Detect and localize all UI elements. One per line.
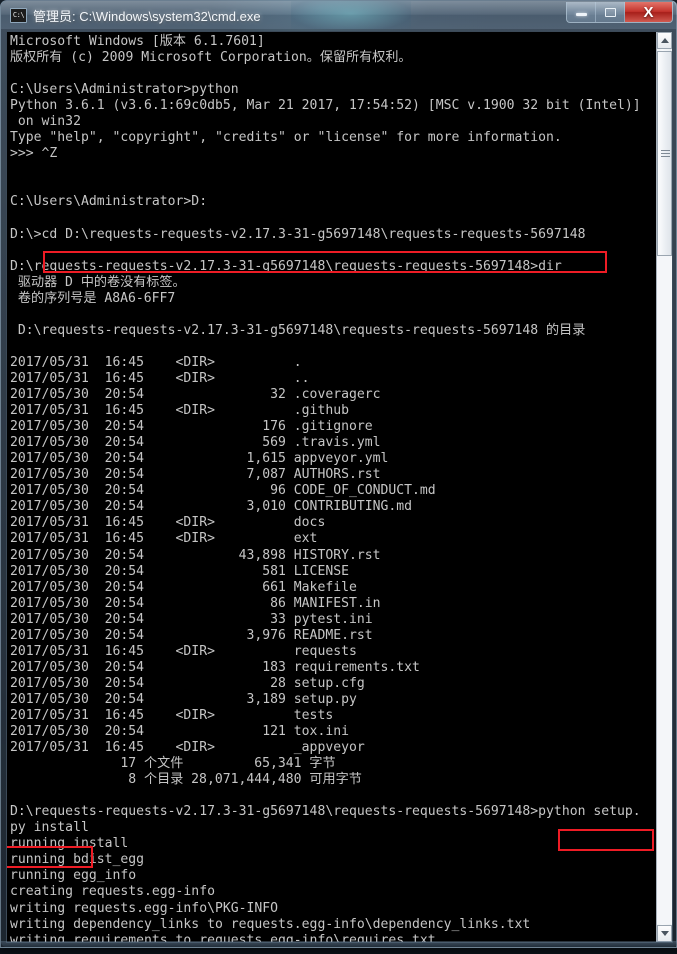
console-line: 驱动器 D 中的卷没有标签。: [10, 274, 186, 290]
console-line: 2017/05/30 20:54 7,087 AUTHORS.rst: [10, 467, 381, 483]
console-line: Type "help", "copyright", "credits" or "…: [10, 130, 562, 146]
cmd-window: C:\ 管理员: C:\Windows\system32\cmd.exe X M…: [0, 0, 677, 948]
chevron-up-icon: [660, 38, 669, 43]
console-client-area: Microsoft Windows [版本 6.1.7601] 版权所有 (c) …: [6, 31, 673, 943]
console-line: 2017/05/30 20:54 183 requirements.txt: [10, 659, 420, 675]
console-line: py install: [10, 820, 89, 836]
console-line: 8 个目录 28,071,444,480 可用字节: [10, 772, 362, 788]
maximize-button[interactable]: [596, 2, 625, 22]
console-line: running install: [10, 836, 129, 852]
console-line: 2017/05/31 16:45 <DIR> requests: [10, 643, 357, 659]
console-line: 2017/05/31 16:45 <DIR> ext: [10, 531, 318, 547]
window-bottom-edge: [1, 941, 677, 947]
console-line: 2017/05/30 20:54 43,898 HISTORY.rst: [10, 547, 381, 563]
console-line: Microsoft Windows [版本 6.1.7601]: [10, 34, 265, 49]
console-line: 2017/05/30 20:54 581 LICENSE: [10, 563, 349, 579]
minimize-icon: [575, 13, 587, 16]
console-line: D:\requests-requests-v2.17.3-31-g5697148…: [10, 804, 641, 820]
console-line: 版权所有 (c) 2009 Microsoft Corporation。保留所有…: [10, 50, 412, 66]
console-line: 2017/05/30 20:54 96 CODE_OF_CONDUCT.md: [10, 483, 436, 499]
console-line: 2017/05/31 16:45 <DIR> _appveyor: [10, 740, 365, 756]
window-title: 管理员: C:\Windows\system32\cmd.exe: [33, 9, 261, 24]
window-titlebar[interactable]: C:\ 管理员: C:\Windows\system32\cmd.exe X: [1, 1, 677, 29]
chevron-down-icon: [660, 931, 669, 936]
vertical-scrollbar[interactable]: [656, 32, 672, 942]
scroll-down-button[interactable]: [657, 925, 672, 942]
console-line: 2017/05/30 20:54 3,010 CONTRIBUTING.md: [10, 499, 413, 515]
scroll-up-button[interactable]: [657, 32, 672, 49]
console-line: writing dependency_links to requests.egg…: [10, 916, 531, 932]
console-line: running bdist_egg: [10, 852, 145, 868]
scrollbar-grip-icon: [661, 149, 670, 158]
maximize-icon: [604, 7, 616, 17]
console-line: 2017/05/31 16:45 <DIR> docs: [10, 515, 326, 531]
console-line: 2017/05/30 20:54 176 .gitignore: [10, 419, 373, 435]
console-line: 2017/05/31 16:45 <DIR> .: [10, 354, 302, 370]
console-line: D:\requests-requests-v2.17.3-31-g5697148…: [10, 258, 562, 274]
console-line: 2017/05/30 20:54 661 Makefile: [10, 579, 357, 595]
console-line: 17 个文件 65,341 字节: [10, 756, 336, 772]
close-button[interactable]: X: [625, 2, 672, 22]
console-line: on win32: [10, 114, 81, 130]
cmd-icon: C:\: [10, 8, 27, 23]
console-line: 2017/05/30 20:54 121 tox.ini: [10, 724, 349, 740]
console-line: 2017/05/30 20:54 3,189 setup.py: [10, 691, 357, 707]
console-line: 2017/05/30 20:54 569 .travis.yml: [10, 435, 381, 451]
console-line: >>> ^Z: [10, 146, 58, 162]
console-line: 2017/05/30 20:54 1,615 appveyor.yml: [10, 451, 389, 467]
console-line: 2017/05/30 20:54 86 MANIFEST.in: [10, 595, 381, 611]
console-line: D:\>cd D:\requests-requests-v2.17.3-31-g…: [10, 226, 586, 242]
scrollbar-track[interactable]: [657, 256, 672, 924]
console-output[interactable]: Microsoft Windows [版本 6.1.7601] 版权所有 (c) …: [7, 32, 657, 942]
console-line: D:\requests-requests-v2.17.3-31-g5697148…: [10, 322, 586, 338]
window-caption-buttons: X: [566, 2, 673, 23]
console-line: 2017/05/30 20:54 32 .coveragerc: [10, 387, 381, 403]
console-line: 2017/05/30 20:54 3,976 README.rst: [10, 627, 373, 643]
minimize-button[interactable]: [567, 2, 596, 22]
console-line: creating requests.egg-info: [10, 884, 215, 900]
console-line: C:\Users\Administrator>python: [10, 82, 239, 98]
console-line: 2017/05/30 20:54 28 setup.cfg: [10, 675, 365, 691]
console-line: 卷的序列号是 A8A6-6FF7: [10, 290, 176, 306]
console-line: Python 3.6.1 (v3.6.1:69c0db5, Mar 21 201…: [10, 98, 641, 114]
console-line: running egg_info: [10, 868, 137, 884]
console-line: C:\Users\Administrator>D:: [10, 194, 208, 210]
console-line: writing requests.egg-info\PKG-INFO: [10, 900, 279, 916]
console-line: 2017/05/31 16:45 <DIR> .github: [10, 403, 349, 419]
console-line: 2017/05/31 16:45 <DIR> tests: [10, 707, 334, 723]
close-icon: X: [643, 3, 654, 21]
console-line: 2017/05/30 20:54 33 pytest.ini: [10, 611, 373, 627]
console-line: 2017/05/31 16:45 <DIR> ..: [10, 370, 310, 386]
scrollbar-thumb[interactable]: [657, 51, 672, 256]
